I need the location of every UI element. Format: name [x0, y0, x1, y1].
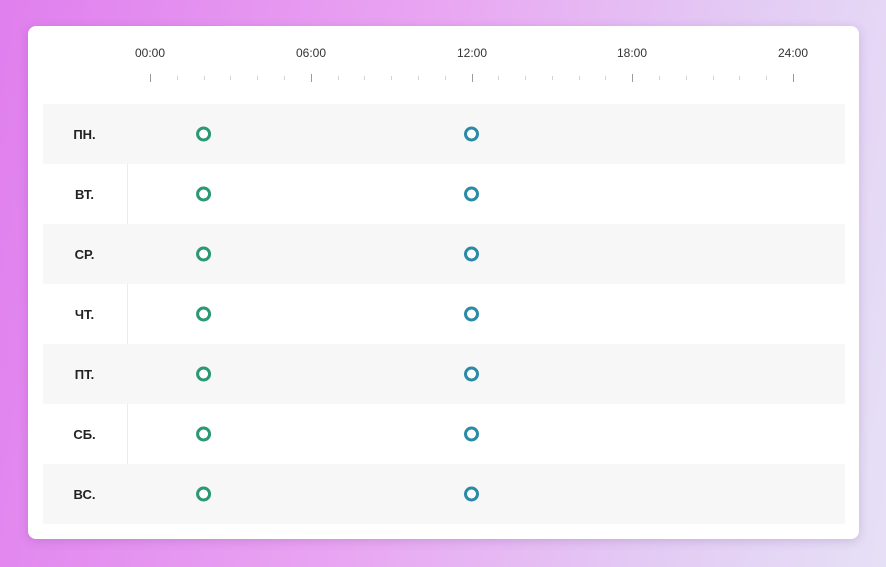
range-end-handle[interactable]: [464, 306, 479, 322]
minor-tick: [417, 76, 419, 80]
minor-tick: [712, 76, 714, 80]
range-start-handle[interactable]: [196, 426, 212, 442]
range-start-handle[interactable]: [196, 246, 212, 262]
range-start-handle[interactable]: [196, 306, 212, 322]
tick-label-06: 06:00: [295, 46, 327, 60]
range-end-handle[interactable]: [464, 486, 479, 502]
minor-tick: [230, 76, 232, 80]
minor-tick: [659, 76, 661, 80]
minor-tick: [283, 76, 285, 80]
minor-tick: [605, 76, 607, 80]
range-end-handle[interactable]: [464, 126, 479, 142]
tick-label-18: 18:00: [616, 46, 648, 60]
minor-tick: [498, 76, 500, 80]
time-range-track: [196, 486, 479, 502]
day-row: ПН.: [43, 104, 845, 164]
tick-label-00: 00:00: [134, 46, 166, 60]
range-end-handle[interactable]: [464, 426, 479, 442]
major-tick: [310, 74, 312, 82]
range-start-handle[interactable]: [196, 186, 212, 202]
major-tick: [471, 74, 473, 82]
range-end-handle[interactable]: [464, 366, 479, 382]
minor-tick: [176, 76, 178, 80]
time-range-track: [196, 186, 479, 202]
minor-tick: [766, 76, 768, 80]
time-range-track: [196, 126, 479, 142]
schedule-card: 00:00 06:00 12:00 18:00 24:00 ПН. ВТ. СР. Ч…: [28, 26, 859, 539]
minor-tick: [525, 76, 527, 80]
range-end-handle[interactable]: [464, 246, 479, 262]
tick-label-24: 24:00: [777, 46, 809, 60]
minor-tick: [257, 76, 259, 80]
minor-tick: [337, 76, 339, 80]
day-row: ВТ.: [43, 164, 845, 224]
minor-tick: [391, 76, 393, 80]
day-row: ПТ.: [43, 344, 845, 404]
range-start-handle[interactable]: [196, 486, 212, 502]
minor-tick: [739, 76, 741, 80]
minor-tick: [203, 76, 205, 80]
minor-tick: [685, 76, 687, 80]
range-start-handle[interactable]: [196, 126, 212, 142]
day-row: СР.: [43, 224, 845, 284]
minor-tick: [578, 76, 580, 80]
major-tick: [150, 74, 151, 82]
time-range-track: [196, 306, 479, 322]
time-range-track: [196, 246, 479, 262]
major-tick: [793, 74, 794, 82]
time-range-track: [196, 366, 479, 382]
schedule-rows: ПН. ВТ. СР. ЧТ. ПТ. СБ. ВС.: [43, 104, 845, 524]
tick-label-12: 12:00: [456, 46, 488, 60]
minor-tick: [551, 76, 553, 80]
time-range-track: [196, 426, 479, 442]
day-row: ВС.: [43, 464, 845, 524]
major-tick: [632, 74, 634, 82]
range-end-handle[interactable]: [464, 186, 479, 202]
minor-tick: [364, 76, 366, 80]
day-row: ЧТ.: [43, 284, 845, 344]
minor-tick: [444, 76, 446, 80]
range-start-handle[interactable]: [196, 366, 212, 382]
day-row: СБ.: [43, 404, 845, 464]
